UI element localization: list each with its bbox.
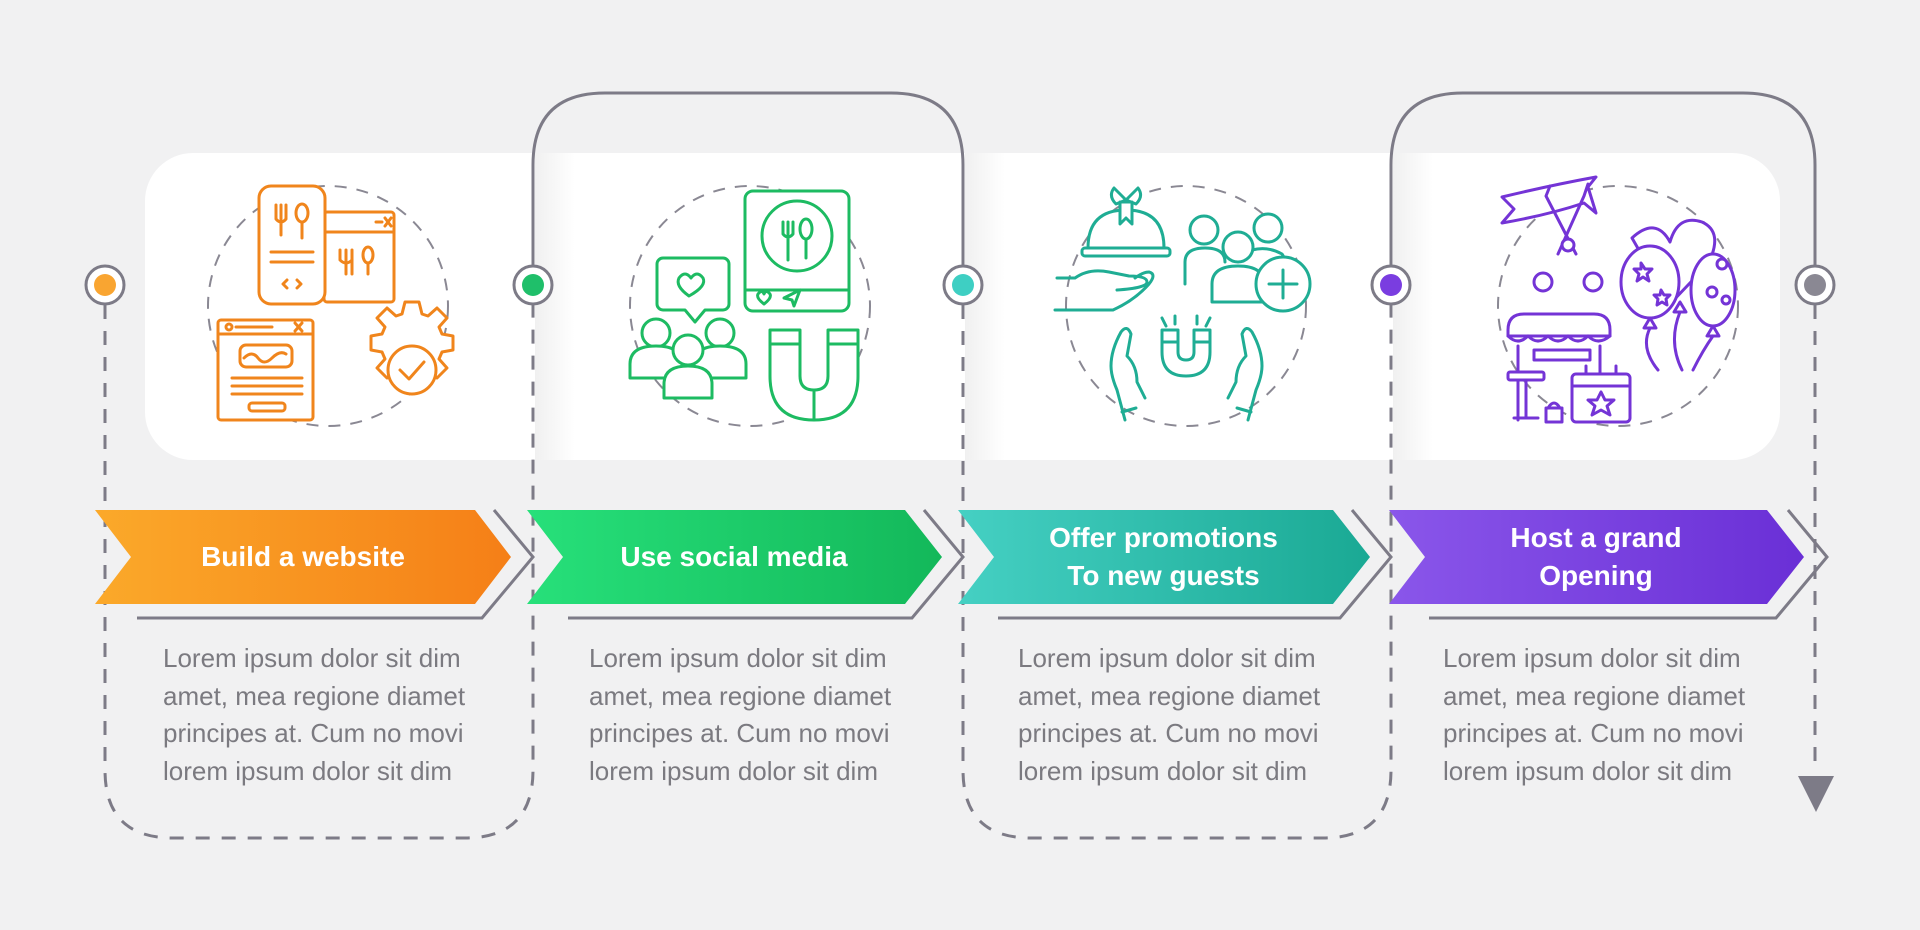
promotion-offer-icon (1053, 186, 1312, 422)
icons-layer (216, 175, 1737, 424)
description-line: lorem ipsum dolor sit dim (163, 755, 452, 786)
description-line: amet, mea regione diamet (1018, 680, 1321, 711)
restaurant-website-icon (216, 184, 455, 422)
step-title: Use social media (620, 541, 848, 572)
description-line: principes at. Cum no movi (163, 718, 464, 748)
description-line: amet, mea regione diamet (1443, 680, 1746, 711)
description-line: Lorem ipsum dolor sit dim (1443, 643, 1741, 673)
step-description: Lorem ipsum dolor sit dim amet, mea regi… (589, 640, 929, 790)
step-description: Lorem ipsum dolor sit dim amet, mea regi… (163, 640, 503, 790)
description-line: Lorem ipsum dolor sit dim (1018, 643, 1316, 673)
description-line: lorem ipsum dolor sit dim (1443, 755, 1732, 786)
step-description: Lorem ipsum dolor sit dim amet, mea regi… (1443, 640, 1783, 790)
description-line: principes at. Cum no movi (1443, 718, 1744, 748)
step-description: Lorem ipsum dolor sit dim amet, mea regi… (1018, 640, 1358, 790)
social-media-marketing-icon (628, 189, 860, 422)
description-line: amet, mea regione diamet (163, 680, 466, 711)
description-line: Lorem ipsum dolor sit dim (163, 643, 461, 673)
step-title: Host a grand Opening (1510, 522, 1682, 591)
description-line: principes at. Cum no movi (1018, 718, 1319, 748)
step-title: Build a website (201, 541, 405, 572)
step-title: Offer promotions To new guests (1049, 522, 1278, 591)
description-line: Lorem ipsum dolor sit dim (589, 643, 887, 673)
grand-opening-icon (1500, 175, 1737, 424)
description-line: amet, mea regione diamet (589, 680, 892, 711)
description-line: principes at. Cum no movi (589, 718, 890, 748)
description-line: lorem ipsum dolor sit dim (589, 755, 878, 786)
infographic: Build a website Use social media Offer p… (0, 0, 1920, 930)
description-line: lorem ipsum dolor sit dim (1018, 755, 1307, 786)
